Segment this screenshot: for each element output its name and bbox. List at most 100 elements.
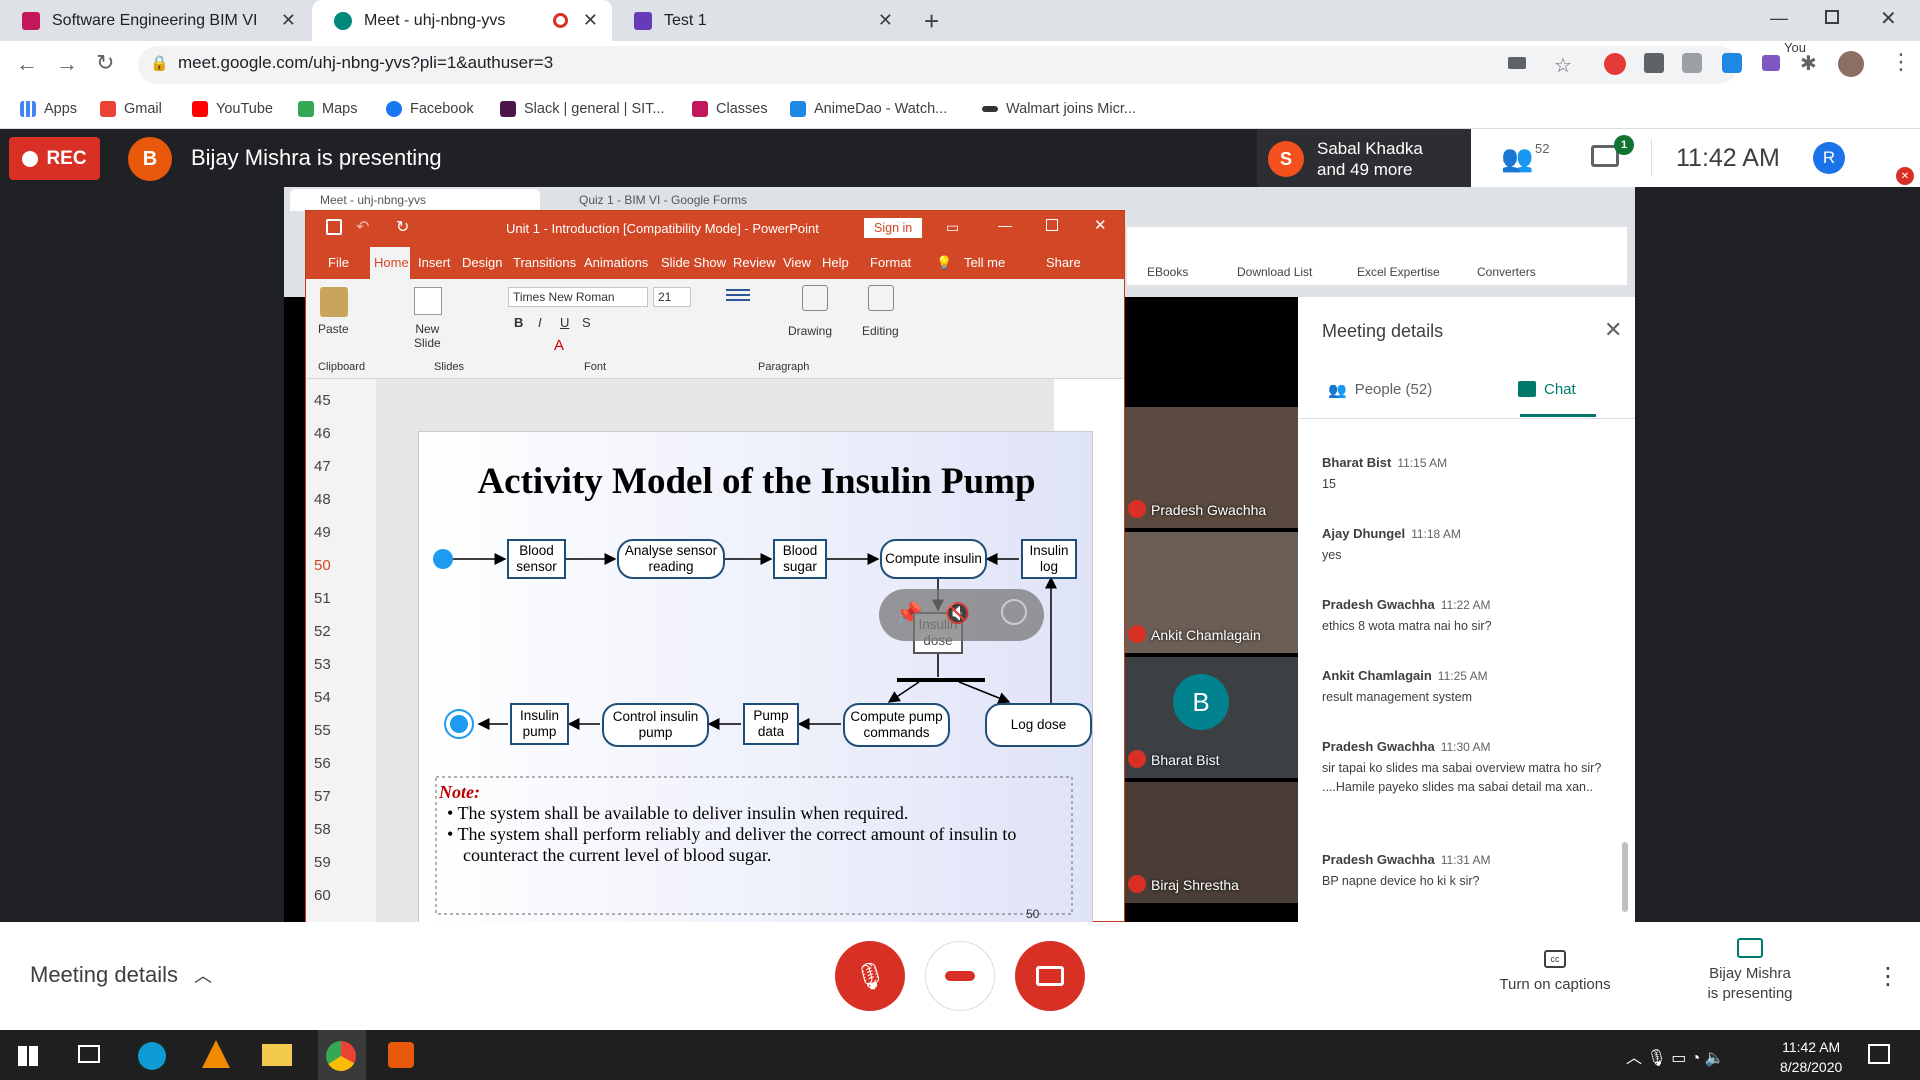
drawing-icon[interactable] — [802, 285, 828, 311]
slide-number[interactable]: 60 — [314, 887, 331, 904]
node-insulin-pump[interactable]: Insulin pump — [510, 703, 569, 745]
node-insulin-log[interactable]: Insulin log — [1021, 539, 1077, 579]
bookmark-animedao[interactable]: AnimeDao - Watch... — [790, 95, 947, 123]
undo-icon[interactable]: ↶ — [356, 217, 369, 237]
bullets-icon[interactable] — [726, 289, 750, 303]
slide-number[interactable]: 47 — [314, 458, 331, 475]
browser-tab-test[interactable]: Test 1 ✕ — [612, 0, 907, 41]
video-tile[interactable]: B Bharat Bist — [1125, 657, 1298, 778]
slide-number[interactable]: 52 — [314, 623, 331, 640]
bookmark-classes[interactable]: Classes — [692, 95, 768, 123]
slide-number[interactable]: 59 — [314, 854, 331, 871]
participant-summary[interactable]: S Sabal Khadka and 49 more — [1257, 129, 1471, 187]
save-icon[interactable] — [326, 219, 342, 235]
new-tab-icon[interactable]: + — [924, 6, 939, 37]
browser-tab-software-engineering[interactable]: Software Engineering BIM VI ✕ — [0, 0, 310, 41]
ribbon-display-icon[interactable]: ▭ — [946, 219, 959, 236]
slide-number[interactable]: 57 — [314, 788, 331, 805]
ppt-minimize-icon[interactable]: — — [998, 217, 1012, 233]
node-analyse-sensor[interactable]: Analyse sensor reading — [617, 539, 725, 579]
node-compute-insulin[interactable]: Compute insulin — [880, 539, 987, 579]
chat-scrollbar[interactable] — [1622, 842, 1628, 912]
slide-number[interactable]: 46 — [314, 425, 331, 442]
reload-icon[interactable]: ↻ — [96, 50, 114, 76]
share-button[interactable]: Share — [1046, 255, 1081, 270]
node-pump-data[interactable]: Pump data — [743, 703, 799, 745]
slide-number[interactable]: 45 — [314, 392, 331, 409]
node-log-dose[interactable]: Log dose — [985, 703, 1092, 747]
mic-toggle-button[interactable]: 🎙 — [835, 941, 905, 1011]
back-icon[interactable]: ← — [16, 51, 38, 77]
system-tray-icons[interactable]: ︿ 🎙 ▭ ◔ 🔈 — [1626, 1044, 1725, 1068]
extension-facebook-icon[interactable] — [1644, 53, 1664, 73]
present-button[interactable]: Bijay Mishra is presenting — [1680, 938, 1820, 1004]
slide-number[interactable]: 55 — [314, 722, 331, 739]
bold-icon[interactable]: B — [514, 315, 523, 330]
extension-opera-icon[interactable] — [1604, 53, 1626, 75]
mute-presenter-icon[interactable]: 🔇 — [945, 601, 970, 626]
camera-icon[interactable] — [1508, 57, 1526, 69]
leave-call-button[interactable] — [925, 941, 995, 1011]
slide-50[interactable]: Activity Model of the Insulin Pump Blood… — [418, 431, 1093, 923]
font-name-select[interactable]: Times New Roman — [508, 287, 648, 307]
editing-search-icon[interactable] — [868, 285, 894, 311]
tell-me-box[interactable]: Tell me — [964, 255, 1005, 270]
ppt-tab-transitions[interactable]: Transitions — [513, 255, 576, 270]
browser-tab-meet[interactable]: Meet - uhj-nbng-yvs ✕ — [312, 0, 612, 41]
bookmark-facebook[interactable]: Facebook — [386, 95, 474, 123]
ppt-tab-format[interactable]: Format — [870, 255, 911, 270]
slide-number[interactable]: 51 — [314, 590, 331, 607]
bookmark-star-icon[interactable]: ☆ — [1554, 53, 1572, 78]
windows-start-icon[interactable] — [18, 1046, 38, 1066]
ppt-tab-slideshow[interactable]: Slide Show — [661, 255, 726, 270]
extension-audio-icon[interactable] — [1762, 55, 1780, 71]
captions-button[interactable]: cc Turn on captions — [1480, 950, 1630, 993]
people-icon[interactable]: 👥 — [1501, 143, 1533, 174]
file-explorer-icon[interactable] — [262, 1044, 292, 1066]
ppt-close-icon[interactable]: ✕ — [1094, 216, 1107, 234]
close-tab-icon[interactable]: ✕ — [583, 10, 598, 31]
taskbar-clock[interactable]: 11:42 AM 8/28/2020 — [1780, 1037, 1842, 1077]
bookmark-walmart[interactable]: Walmart joins Micr... — [982, 95, 1136, 123]
ppt-maximize-icon[interactable] — [1046, 219, 1058, 231]
more-options-icon[interactable]: ⋮ — [1876, 962, 1900, 991]
chat-tab[interactable]: Chat — [1518, 381, 1576, 398]
meeting-details-button[interactable]: Meeting details ︿ — [30, 962, 212, 988]
pin-icon[interactable]: 📌 — [895, 601, 922, 627]
bookmark-gmail[interactable]: Gmail — [100, 95, 162, 123]
extension-shield-icon[interactable] — [1682, 53, 1702, 73]
node-control-pump[interactable]: Control insulin pump — [602, 703, 709, 747]
node-compute-pump[interactable]: Compute pump commands — [843, 703, 950, 747]
restore-icon[interactable] — [1825, 10, 1839, 24]
chrome-icon[interactable] — [326, 1041, 356, 1071]
vlc-icon[interactable] — [202, 1040, 230, 1068]
ppt-tab-home[interactable]: Home — [374, 255, 409, 270]
slide-number[interactable]: 58 — [314, 821, 331, 838]
bookmark-apps[interactable]: Apps — [20, 95, 77, 123]
profile-avatar[interactable] — [1838, 51, 1864, 77]
sublime-icon[interactable] — [388, 1042, 414, 1068]
extension-screen-icon[interactable] — [1722, 53, 1742, 73]
chrome-menu-icon[interactable]: ⋮ — [1890, 49, 1912, 75]
bookmark-maps[interactable]: Maps — [298, 95, 357, 123]
slide-number[interactable]: 49 — [314, 524, 331, 541]
video-tile[interactable]: Ankit Chamlagain — [1125, 532, 1298, 653]
font-color-icon[interactable]: A — [554, 337, 564, 354]
ppt-tab-view[interactable]: View — [783, 255, 811, 270]
font-size-select[interactable]: 21 — [653, 287, 691, 307]
lock-icon[interactable]: 🔒 — [150, 54, 169, 72]
ppt-tab-insert[interactable]: Insert — [418, 255, 451, 270]
ppt-tab-file[interactable]: File — [328, 255, 349, 270]
slide-number-active[interactable]: 50 — [314, 557, 331, 574]
close-tab-icon[interactable]: ✕ — [878, 10, 893, 31]
bookmark-youtube[interactable]: YouTube — [192, 95, 273, 123]
video-tile[interactable]: Pradesh Gwachha — [1125, 407, 1298, 528]
slide-number[interactable]: 48 — [314, 491, 331, 508]
camera-toggle-button[interactable] — [1015, 941, 1085, 1011]
new-slide-icon[interactable] — [414, 287, 442, 315]
video-tile[interactable]: Biraj Shrestha — [1125, 782, 1298, 903]
close-panel-icon[interactable]: ✕ — [1604, 317, 1622, 343]
slide-number[interactable]: 56 — [314, 755, 331, 772]
task-view-icon[interactable] — [78, 1045, 100, 1063]
ppt-tab-help[interactable]: Help — [822, 255, 849, 270]
